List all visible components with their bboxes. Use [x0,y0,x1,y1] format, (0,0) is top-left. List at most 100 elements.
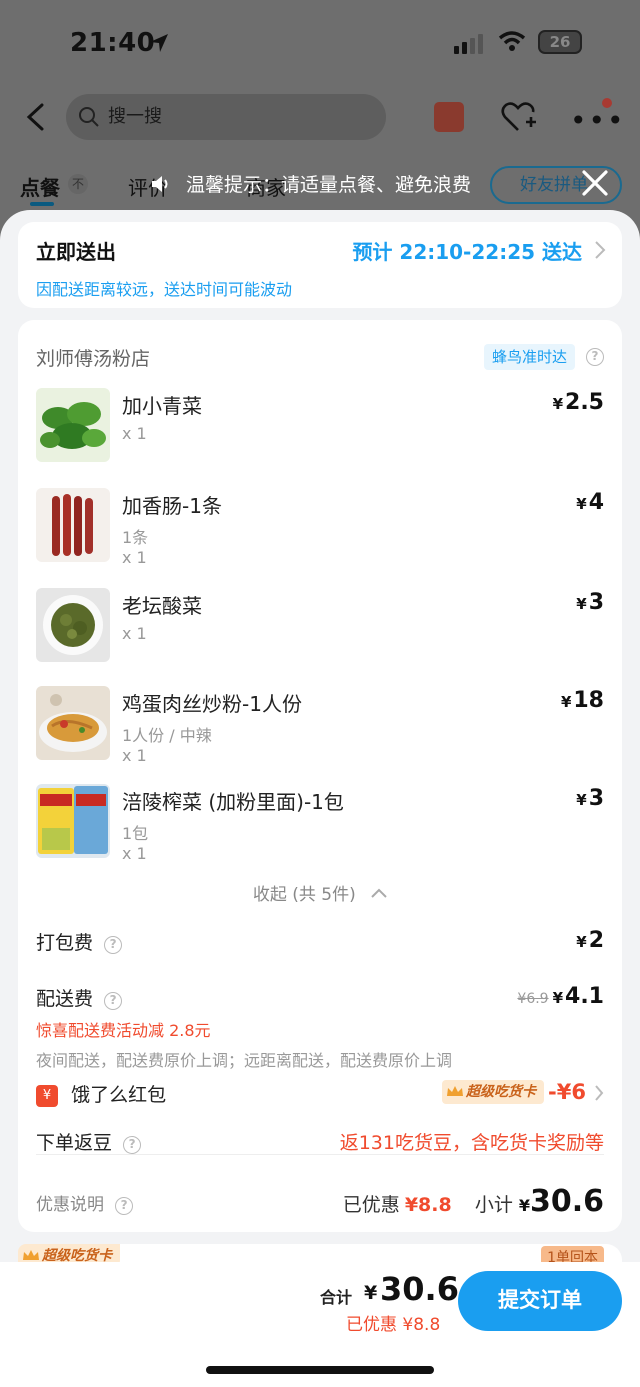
item-image-zhacai [36,784,110,858]
tab-order[interactable]: 点餐 [20,172,60,201]
close-icon[interactable] [580,168,610,198]
notice-text: 温馨提示：请适量点餐、避免浪费 [186,174,472,196]
collapse-button[interactable]: 收起 (共 5件) [18,880,622,905]
red-packet-amount: -¥6 [548,1080,586,1104]
list-item: 加香肠-1条 1条 x 1 ¥4 [36,488,604,568]
order-card: 刘师傅汤粉店 蜂鸟准时达 ? 加小青菜 x 1 ¥2.5 加香肠-1条 1条 x… [18,320,622,1232]
item-price: ¥3 [576,786,604,811]
cellular-signal-icon [454,34,486,54]
red-packet-label: 饿了么红包 [71,1084,167,1106]
order-sheet: 立即送出 预计 22:10-22:25 送达 因配送距离较远，送达时间可能波动 … [0,210,640,1387]
notification-dot [602,98,612,108]
list-item: 鸡蛋肉丝炒粉-1人份 1人份 / 中辣 x 1 ¥18 [36,686,604,766]
wifi-icon [498,31,526,51]
item-price: ¥4 [576,490,604,515]
delivery-fee-price: ¥6.9 ¥4.1 [517,984,604,1009]
item-spec: 1人份 / 中辣 [122,726,212,745]
item-image-fried-noodles [36,686,110,760]
location-arrow-icon [150,34,168,52]
item-qty: x 1 [122,548,147,567]
delivery-note: 因配送距离较远，送达时间可能波动 [36,280,293,299]
delivery-eta: 预计 22:10-22:25 送达 [352,240,582,264]
fengniao-ontime-badge: 蜂鸟准时达 [484,344,576,370]
back-arrow-icon[interactable] [24,102,46,132]
packing-fee-label: 打包费 [36,932,94,954]
notice-banner: 温馨提示：请适量点餐、避免浪费 [150,170,471,197]
beans-row: 下单返豆 ? 返131吃货豆，含吃货卡奖励等 [36,1128,604,1155]
original-delivery-fee: ¥6.9 [517,991,549,1007]
item-price: ¥3 [576,590,604,615]
super-foodie-card-tag: 超级吃货卡 [442,1080,544,1104]
item-name: 涪陵榨菜 (加粉里面)-1包 [122,790,344,814]
item-price: ¥2.5 [552,390,604,415]
item-spec: 1包 [122,824,149,843]
status-bar: 21:40 26 [0,28,640,60]
total-discount: 已优惠 ¥8.8 [346,1315,441,1335]
divider [36,1154,604,1155]
beans-label: 下单返豆 [36,1132,113,1154]
home-indicator [206,1366,434,1374]
submit-order-button[interactable]: 提交订单 [458,1271,622,1331]
summary-row: 优惠说明 ? 已优惠 ¥8.8 小计 ¥30.6 [36,1184,604,1219]
packing-fee-row: 打包费 ? ¥2 [36,928,604,955]
speaker-icon [152,176,168,192]
list-item: 老坛酸菜 x 1 ¥3 [36,588,604,668]
delivery-fee-label: 配送费 [36,988,94,1010]
total-currency: ¥ [364,1282,378,1304]
crown-icon [447,1086,463,1096]
chevron-up-icon [371,888,387,898]
delivery-fee-note: 夜间配送，配送费原价上调；远距离配送，配送费原价上调 [36,1051,453,1070]
list-item: 加小青菜 x 1 ¥2.5 [36,388,604,468]
item-qty: x 1 [122,844,147,863]
item-spec: 1条 [122,528,149,547]
help-icon[interactable]: ? [104,936,123,954]
battery-icon: 26 [538,30,582,54]
red-envelope-icon[interactable] [434,102,464,132]
search-icon [79,107,99,127]
delivery-title: 立即送出 [36,240,116,264]
subtotal-amount: 30.6 [529,1184,604,1219]
item-image-greens [36,388,110,462]
beans-value: 返131吃货豆，含吃货卡奖励等 [339,1132,604,1154]
help-icon[interactable]: ? [123,1136,142,1154]
item-qty: x 1 [122,424,147,443]
search-placeholder: 搜一搜 [108,106,162,127]
help-icon[interactable]: ? [104,992,123,1010]
more-menu-icon[interactable]: ••• [570,104,626,137]
shop-name: 刘师傅汤粉店 [36,348,151,370]
total-label: 合计 [320,1288,353,1307]
total-amount: 30.6 [380,1270,459,1308]
item-name: 加小青菜 [122,394,202,418]
delivery-promo: 惊喜配送费活动减 2.8元 [36,1021,211,1040]
collapse-label: 收起 (共 5件) [252,885,356,905]
item-name: 加香肠-1条 [122,494,222,518]
chevron-right-icon [595,241,606,259]
red-packet-row[interactable]: ¥ 饿了么红包 超级吃货卡 -¥6 [36,1080,604,1107]
saved-amount: ¥8.8 [404,1194,452,1216]
checkout-bar: 合计 ¥ 30.6 已优惠 ¥8.8 提交订单 [0,1262,640,1387]
delivery-card[interactable]: 立即送出 预计 22:10-22:25 送达 因配送距离较远，送达时间可能波动 [18,222,622,308]
tab-underline [30,202,54,206]
item-image-pickled-cabbage [36,588,110,662]
subtotal-summary: 已优惠 ¥8.8 小计 ¥30.6 [342,1184,604,1219]
tab-order-badge: 不 [68,174,88,194]
delivery-fee-row: 配送费 ? ¥6.9 ¥4.1 惊喜配送费活动减 2.8元 夜间配送，配送费原价上… [36,984,604,1071]
red-packet-icon: ¥ [36,1085,58,1107]
discount-explain-label[interactable]: 优惠说明 [36,1195,104,1215]
chevron-right-icon [595,1085,604,1101]
favorite-heart-icon[interactable] [500,100,536,134]
item-name: 鸡蛋肉丝炒粉-1人份 [122,692,302,716]
help-icon[interactable]: ? [115,1197,134,1215]
status-time: 21:40 [70,28,156,58]
search-input[interactable]: 搜一搜 [66,94,386,140]
top-bar: 搜一搜 ••• [0,94,640,144]
list-item: 涪陵榨菜 (加粉里面)-1包 1包 x 1 ¥3 [36,784,604,864]
item-qty: x 1 [122,624,147,643]
help-icon[interactable]: ? [586,348,604,366]
crown-icon [23,1250,39,1260]
item-name: 老坛酸菜 [122,594,202,618]
packing-fee-price: ¥2 [576,928,604,953]
item-image-sausage [36,488,110,562]
item-price: ¥18 [560,688,604,713]
item-qty: x 1 [122,746,147,765]
